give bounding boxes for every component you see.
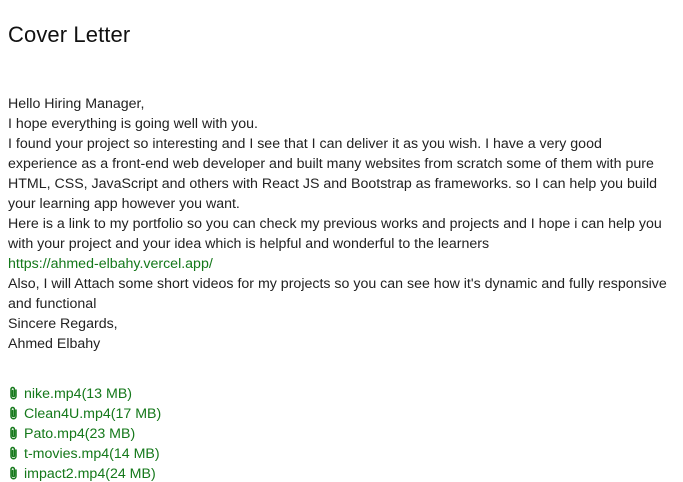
letter-signature: Ahmed Elbahy <box>8 336 101 352</box>
attachment-label: nike.mp4(13 MB) <box>24 386 133 402</box>
letter-paragraph: I found your project so interesting and … <box>8 136 657 212</box>
letter-paragraph: Here is a link to my portfolio so you ca… <box>8 216 662 252</box>
attachment-item[interactable]: nike.mp4(13 MB) <box>8 384 161 404</box>
letter-line: I hope everything is going well with you… <box>8 116 258 132</box>
attachment-list: nike.mp4(13 MB) Clean4U.mp4(17 MB) Pato.… <box>8 384 161 482</box>
cover-letter-body: Hello Hiring Manager, I hope everything … <box>8 94 668 354</box>
page-title: Cover Letter <box>8 22 131 47</box>
portfolio-link-line: https://ahmed-elbahy.vercel.app/ <box>8 254 668 274</box>
portfolio-link[interactable]: https://ahmed-elbahy.vercel.app/ <box>8 256 213 272</box>
attachment-label: t-movies.mp4(14 MB) <box>24 446 160 462</box>
paperclip-icon <box>8 446 19 460</box>
paperclip-icon <box>8 426 19 440</box>
attachment-item[interactable]: Pato.mp4(23 MB) <box>8 424 161 444</box>
letter-closing: Sincere Regards, <box>8 316 118 332</box>
attachment-label: Pato.mp4(23 MB) <box>24 426 136 442</box>
paperclip-icon <box>8 386 19 400</box>
letter-greeting: Hello Hiring Manager, <box>8 96 145 112</box>
attachment-item[interactable]: Clean4U.mp4(17 MB) <box>8 404 161 424</box>
attachment-label: impact2.mp4(24 MB) <box>24 466 156 482</box>
cover-letter-page: Cover Letter Hello Hiring Manager, I hop… <box>0 0 683 482</box>
letter-paragraph: Also, I will Attach some short videos fo… <box>8 276 667 312</box>
attachment-item[interactable]: impact2.mp4(24 MB) <box>8 464 161 482</box>
attachment-label: Clean4U.mp4(17 MB) <box>24 406 162 422</box>
attachment-item[interactable]: t-movies.mp4(14 MB) <box>8 444 161 464</box>
paperclip-icon <box>8 466 19 480</box>
paperclip-icon <box>8 406 19 420</box>
